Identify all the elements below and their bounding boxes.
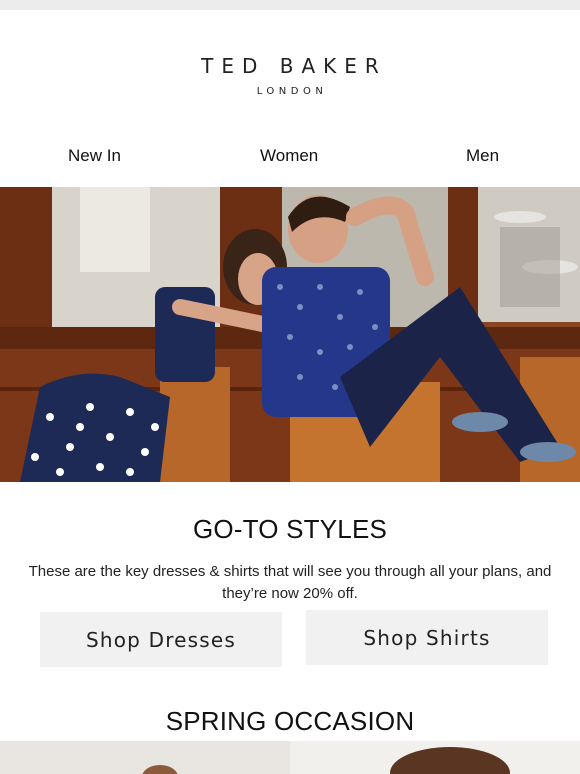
- section-description: These are the key dresses & shirts that …: [28, 563, 552, 602]
- main-nav: New In Women Men: [0, 146, 580, 170]
- section-heading-go-to-styles: GO-TO STYLES: [192, 514, 388, 544]
- nav-item-new-in[interactable]: New In: [68, 146, 121, 166]
- top-bar: [0, 0, 580, 10]
- shop-shirts-button[interactable]: Shop Shirts: [306, 610, 548, 665]
- spring-right-photo-illustration: [290, 741, 580, 774]
- shop-dresses-button[interactable]: Shop Dresses: [40, 612, 282, 667]
- section-heading-spring-occasion: SPRING OCCASION: [165, 706, 415, 736]
- spring-occasion-image-right[interactable]: [290, 741, 580, 774]
- brand-tagline: LONDON: [256, 86, 328, 97]
- nav-item-men[interactable]: Men: [466, 146, 499, 166]
- hero-image[interactable]: [0, 187, 580, 482]
- spring-left-photo-illustration: [0, 741, 290, 774]
- nav-item-women[interactable]: Women: [260, 146, 318, 166]
- brand-name: TED BAKER: [201, 54, 387, 78]
- brand-logo[interactable]: TED BAKER LONDON: [0, 54, 580, 97]
- spring-occasion-image-left[interactable]: [0, 741, 290, 774]
- hero-photo-illustration: [0, 187, 580, 482]
